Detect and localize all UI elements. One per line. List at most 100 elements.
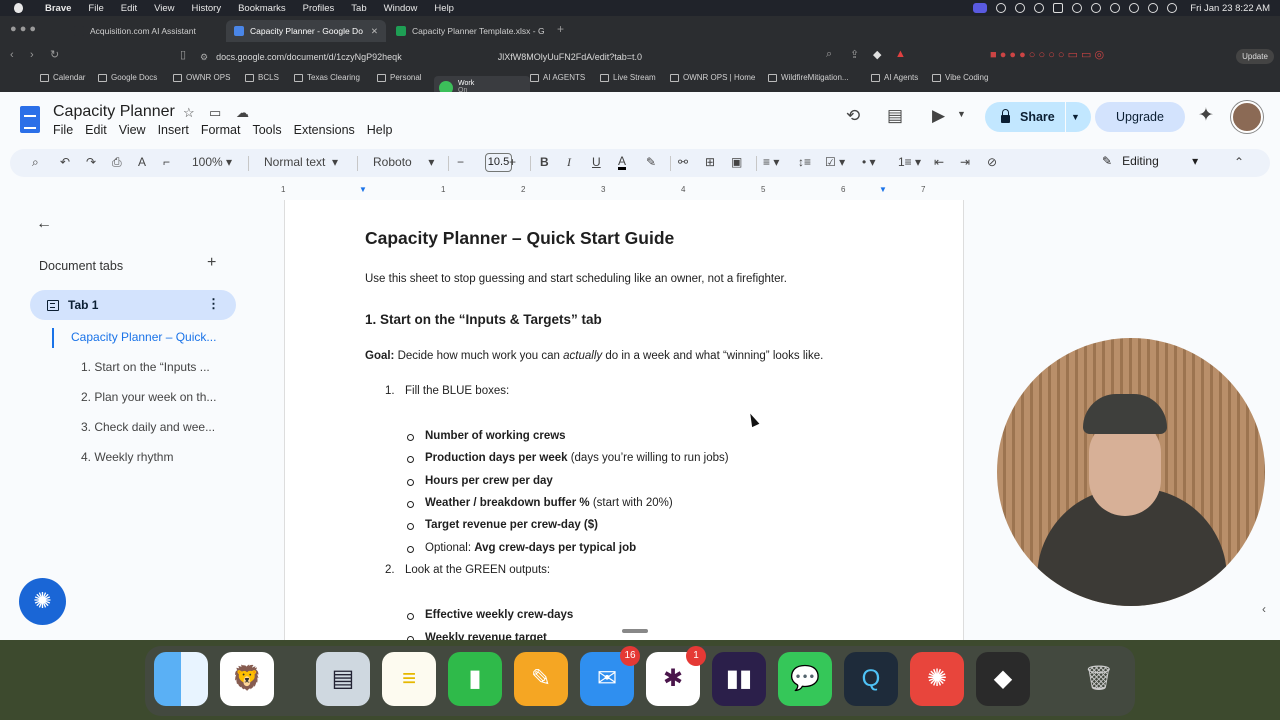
notes-icon[interactable]: ≡ <box>382 652 436 706</box>
chevron-down-icon[interactable]: ▼ <box>1071 112 1080 122</box>
brave-shields-icon[interactable]: ◆ <box>873 48 881 61</box>
side-panel-toggle-icon[interactable]: ‹ <box>1262 602 1266 616</box>
menu-tab[interactable]: Tab <box>351 3 366 14</box>
decrease-indent-icon[interactable]: ⇤ <box>934 155 944 169</box>
right-indent-marker[interactable]: ▼ <box>879 185 887 194</box>
comments-icon[interactable]: ▤ <box>887 106 903 126</box>
browser-tab-active[interactable]: Capacity Planner - Google Do ✕ <box>226 20 386 42</box>
list-item[interactable]: Hours per crew per day <box>407 475 553 487</box>
document-page[interactable]: Capacity Planner – Quick Start Guide Use… <box>284 200 964 640</box>
horizontal-ruler[interactable]: 1 ▼ 1 2 3 4 5 6 ▼ 7 <box>281 185 963 197</box>
zoom-select[interactable]: 100% ▾ <box>192 155 232 169</box>
bookmark-item[interactable]: AI Agents <box>871 73 918 82</box>
outline-item[interactable]: Capacity Planner – Quick... <box>71 330 216 344</box>
avatar[interactable] <box>1231 101 1263 133</box>
text-color-icon[interactable]: A <box>618 155 627 170</box>
update-button[interactable]: Update <box>1236 49 1274 64</box>
print-icon[interactable]: ⎙ <box>112 155 122 170</box>
clear-formatting-icon[interactable]: ⊘ <box>987 155 997 169</box>
bulleted-list-icon[interactable]: • ▾ <box>862 155 876 169</box>
pages-icon[interactable]: ✎ <box>514 652 568 706</box>
menu-format[interactable]: Format <box>201 123 241 137</box>
extension-icon[interactable]: ■ ● ● ● ○ ○ ○ ○ ▭ ▭ ◎ <box>990 48 1104 61</box>
mail-icon[interactable]: ✉ 16 <box>580 646 640 706</box>
add-tab-icon[interactable]: + <box>207 254 216 272</box>
checklist-icon[interactable]: ☑ ▾ <box>825 155 845 169</box>
outline-item[interactable]: 3. Check daily and wee... <box>81 420 215 434</box>
forward-icon[interactable]: › <box>30 49 34 61</box>
brave-rewards-icon[interactable]: ▲ <box>895 48 906 60</box>
bookmark-item[interactable]: Google Docs <box>98 73 157 82</box>
zoom-icon[interactable]: ⌕ <box>826 48 832 61</box>
menu-tools[interactable]: Tools <box>252 123 281 137</box>
collapse-toolbar-icon[interactable]: ⌃ <box>1234 155 1244 169</box>
search-menus-icon[interactable]: ⌕ <box>32 155 39 170</box>
version-history-icon[interactable]: ⟲ <box>846 106 860 126</box>
numbered-list-icon[interactable]: 1≡ ▾ <box>898 155 921 169</box>
heading-title[interactable]: Capacity Planner – Quick Start Guide <box>365 228 674 249</box>
bookmark-item[interactable]: WildfireMitigation... <box>768 73 849 82</box>
search-icon[interactable] <box>1148 3 1159 13</box>
underline-icon[interactable]: U <box>592 155 601 169</box>
sidebar-item-tab-1[interactable]: Tab 1 ⋮ <box>30 290 236 320</box>
menu-view[interactable]: View <box>154 3 174 14</box>
scroll-handle[interactable] <box>622 629 648 633</box>
back-arrow-icon[interactable]: ← <box>36 215 52 233</box>
left-indent-marker[interactable]: ▼ <box>359 185 367 194</box>
messages-icon[interactable]: 💬 <box>778 652 832 706</box>
add-comment-icon[interactable]: ⊞ <box>705 155 715 169</box>
brave-icon[interactable]: 🦁 <box>220 652 274 706</box>
move-folder-icon[interactable]: ▭ <box>209 105 221 121</box>
reload-icon[interactable]: ↻ <box>50 48 59 61</box>
insert-link-icon[interactable]: ⚯ <box>678 155 688 169</box>
meet-icon[interactable]: ▶ <box>932 106 945 126</box>
list-item[interactable]: Production days per week (days you’re wi… <box>407 452 729 464</box>
list-item[interactable]: Target revenue per crew-day ($) <box>407 519 598 531</box>
menu-window[interactable]: Window <box>384 3 418 14</box>
brightness-icon[interactable] <box>1015 3 1026 13</box>
window-controls[interactable]: ● ● ● <box>10 23 36 35</box>
back-icon[interactable]: ‹ <box>10 49 14 61</box>
close-tab-icon[interactable]: ✕ <box>363 26 378 37</box>
increase-indent-icon[interactable]: ⇥ <box>960 155 970 169</box>
document-title[interactable]: Capacity Planner <box>53 103 175 121</box>
assistant-fab-button[interactable]: ✺ <box>19 578 66 625</box>
bookmark-item[interactable]: Vibe Coding <box>932 73 988 82</box>
redo-icon[interactable]: ↷ <box>86 155 96 169</box>
list-item[interactable]: Optional: Avg crew-days per typical job <box>406 542 636 554</box>
share-page-icon[interactable]: ⇪ <box>850 48 859 61</box>
menu-help[interactable]: Help <box>434 3 454 14</box>
site-info-icon[interactable]: ⚙ <box>200 52 208 63</box>
menu-edit[interactable]: Edit <box>121 3 137 14</box>
spellcheck-icon[interactable]: A <box>138 155 146 169</box>
clock[interactable]: Fri Jan 23 8:22 AM <box>1190 3 1270 14</box>
list-item[interactable]: Effective weekly crew-days <box>406 609 573 621</box>
app-icon[interactable]: ◆ <box>976 652 1030 706</box>
upgrade-button[interactable]: Upgrade <box>1095 102 1185 132</box>
preview-icon[interactable]: ▤ <box>316 652 370 706</box>
menu-help[interactable]: Help <box>367 123 393 137</box>
bookmark-item[interactable]: Personal <box>377 73 422 82</box>
editing-mode-select[interactable]: ✎ Editing ▾ <box>1102 154 1198 168</box>
finder-icon[interactable] <box>154 652 208 706</box>
status-icon[interactable] <box>1072 3 1083 13</box>
bookmark-icon[interactable]: ▯ <box>180 48 186 61</box>
cloud-saved-icon[interactable]: ☁ <box>236 105 249 121</box>
align-icon[interactable]: ≡ ▾ <box>763 155 779 169</box>
chevron-down-icon[interactable]: ▼ <box>957 109 966 119</box>
star-icon[interactable]: ☆ <box>183 105 195 121</box>
numbers-icon[interactable]: ▮ <box>448 652 502 706</box>
bookmark-item[interactable]: OWNR OPS <box>173 73 230 82</box>
new-tab-button[interactable]: + <box>557 22 564 36</box>
menu-file[interactable]: File <box>88 3 103 14</box>
bookmark-item[interactable]: AI AGENTS <box>530 73 585 82</box>
apple-icon[interactable] <box>14 3 23 13</box>
audio-app-icon[interactable]: ▮▮ <box>712 652 766 706</box>
bookmark-item[interactable]: Live Stream <box>600 73 656 82</box>
intro-paragraph[interactable]: Use this sheet to stop guessing and star… <box>365 273 787 285</box>
bookmark-item[interactable]: OWNR OPS | Home <box>670 73 755 82</box>
line-spacing-icon[interactable]: ↕≡ <box>798 155 811 169</box>
menu-history[interactable]: History <box>192 3 222 14</box>
menu-edit[interactable]: Edit <box>85 123 107 137</box>
menu-file[interactable]: File <box>53 123 73 137</box>
